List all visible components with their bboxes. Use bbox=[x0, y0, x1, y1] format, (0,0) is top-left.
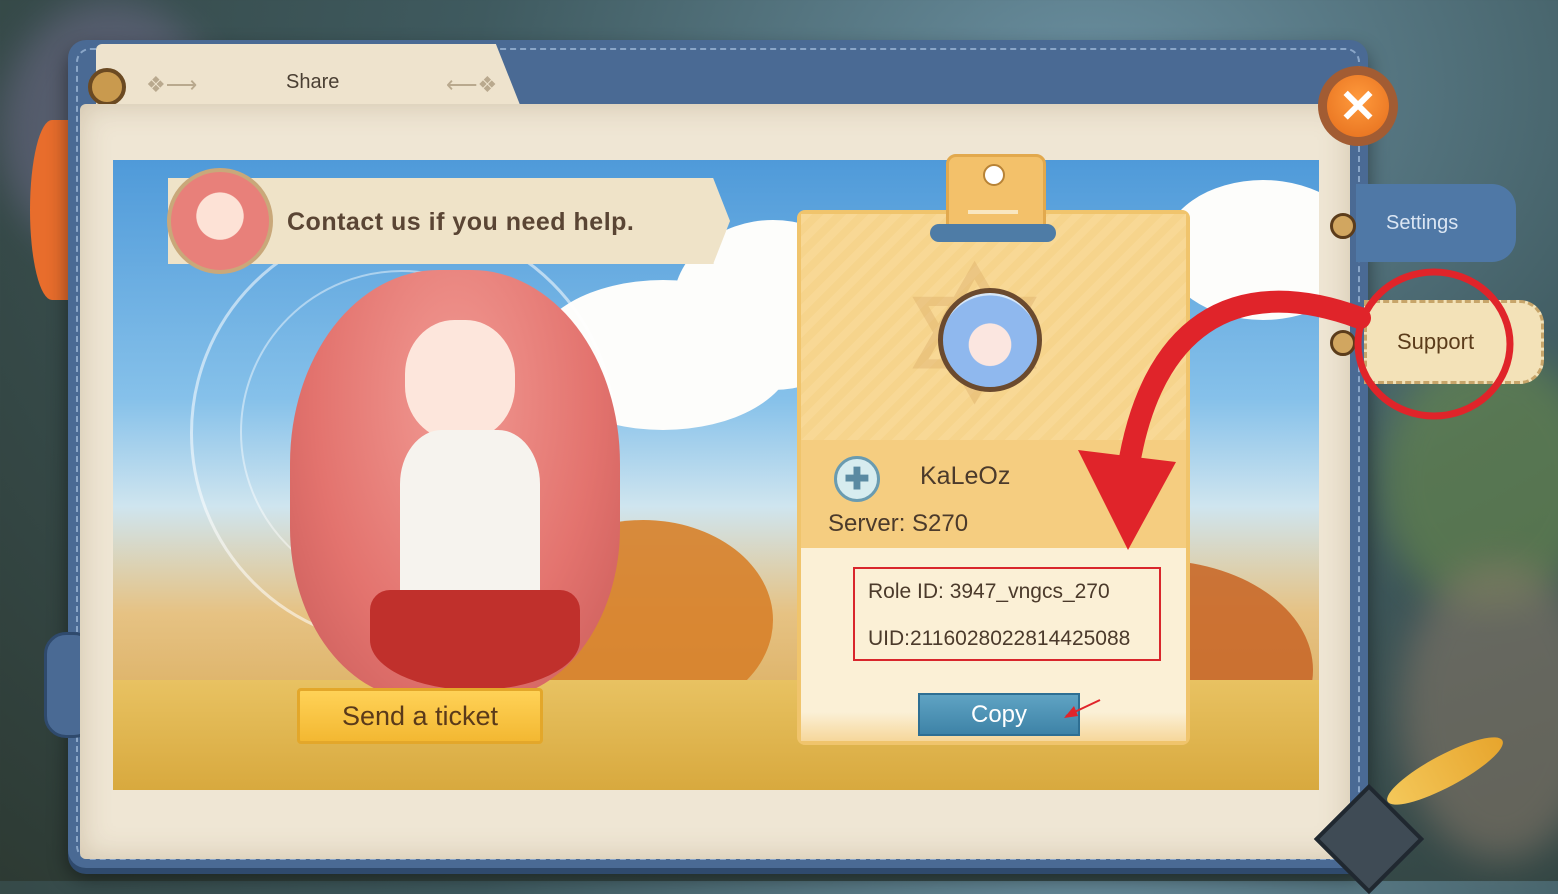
role-id-text: Role ID: 3947_vngcs_270 bbox=[868, 580, 1110, 603]
background-building bbox=[1400, 560, 1558, 860]
assistant-avatar bbox=[167, 168, 273, 274]
server-label: Server: S270 bbox=[828, 510, 969, 537]
clip-slot bbox=[968, 210, 1018, 214]
binder-ring-icon bbox=[88, 68, 126, 106]
send-ticket-button[interactable]: Send a ticket bbox=[297, 688, 543, 744]
character-face bbox=[405, 320, 515, 440]
share-tab-label: Share bbox=[286, 71, 340, 93]
close-button[interactable]: ✕ bbox=[1318, 66, 1398, 146]
tab-settings-label: Settings bbox=[1386, 211, 1459, 234]
ornament-right-icon: ⟵❖ bbox=[446, 72, 498, 97]
player-avatar bbox=[938, 288, 1042, 392]
tab-support-label: Support bbox=[1397, 329, 1475, 354]
character-outfit bbox=[400, 430, 540, 610]
medic-cross-icon: ✚ bbox=[834, 456, 880, 502]
character-skirt bbox=[370, 590, 580, 690]
close-icon: ✕ bbox=[1327, 75, 1389, 137]
clip-bar bbox=[930, 224, 1056, 242]
copy-button[interactable]: Copy bbox=[918, 693, 1080, 736]
tab-settings[interactable]: Settings bbox=[1356, 184, 1516, 262]
player-name: KaLeOz bbox=[920, 462, 1011, 490]
help-message: Contact us if you need help. bbox=[287, 208, 635, 236]
tab-ring-icon bbox=[1330, 330, 1356, 356]
clip-hole bbox=[983, 164, 1005, 186]
uid-text: UID:2116028022814425088 bbox=[868, 627, 1131, 650]
tab-support[interactable]: Support bbox=[1364, 300, 1544, 384]
tab-ring-icon bbox=[1330, 213, 1356, 239]
ornament-left-icon: ❖⟶ bbox=[146, 72, 198, 97]
